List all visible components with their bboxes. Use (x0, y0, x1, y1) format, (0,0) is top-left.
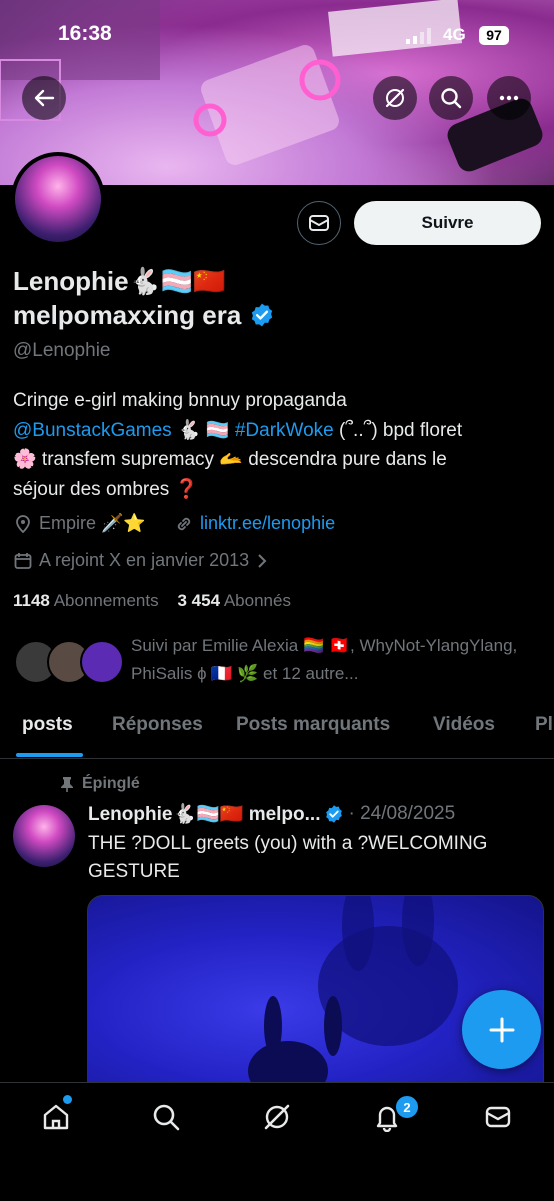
search-icon (153, 1104, 180, 1131)
grok-icon (264, 1104, 290, 1130)
bio-line4: séjour des ombres ❓ (13, 478, 199, 500)
profile-name-line2: melpomaxxing era (13, 300, 242, 330)
profile-tabs: posts Réponses Posts marquants Vidéos Pl (0, 706, 554, 759)
link-icon (177, 517, 191, 530)
active-tab-indicator (16, 753, 83, 757)
post-header: Lenophie🐇🏳️‍⚧️🇨🇳 melpo... · 24/08/2025 (88, 802, 455, 826)
profile-bio: Cringe e-girl making bnnuy propaganda @B… (13, 386, 543, 504)
followed-by-text[interactable]: Suivi par Emilie Alexia 🏳️‍🌈 🇨🇭, WhyNot-… (131, 632, 531, 688)
more-options-button[interactable] (487, 76, 531, 120)
grok-icon (385, 88, 405, 108)
bottom-navigation (0, 1082, 554, 1201)
home-unread-dot (63, 1095, 72, 1104)
tab-highlights[interactable]: Posts marquants (236, 714, 390, 736)
location-row: Empire 🗡️⭐ (13, 513, 146, 534)
chevron-right-icon (258, 553, 267, 568)
calendar-icon (14, 552, 32, 569)
envelope-icon (485, 1106, 511, 1128)
bio-line1: Cringe e-girl making bnnuy propaganda (13, 390, 347, 411)
grok-button[interactable] (373, 76, 417, 120)
bio-hashtag-link[interactable]: #DarkWoke (235, 420, 334, 441)
follow-counts: 1148 Abonnements 3 454 Abonnés (13, 591, 291, 611)
bio-line2-rest: (՞..՞) bpd floret (333, 419, 463, 441)
network-type: 4G (443, 25, 466, 44)
battery-level: 97 (479, 26, 509, 45)
followers-count: 3 454 (177, 591, 221, 610)
notifications-badge: 2 (394, 1094, 420, 1120)
message-button[interactable] (297, 201, 341, 245)
pin-icon (61, 777, 73, 792)
bio-emoji: 🐇 🏳️‍⚧️ (171, 419, 235, 441)
home-icon (43, 1104, 69, 1130)
tab-replies[interactable]: Réponses (112, 714, 203, 736)
following-link[interactable]: 1148 Abonnements (13, 591, 159, 610)
signal-icon (406, 28, 432, 49)
location-text: Empire 🗡️⭐ (39, 513, 146, 533)
status-time: 16:38 (58, 22, 112, 45)
follower-avatar (80, 640, 124, 684)
profile-handle: @Lenophie (13, 340, 111, 361)
joined-row[interactable]: A rejoint X en janvier 2013 (13, 550, 269, 571)
more-dots-icon (499, 95, 519, 101)
website-link[interactable]: linktr.ee/lenophie (200, 513, 335, 534)
nav-explore[interactable] (141, 1097, 191, 1137)
status-bar: 16:38 4G 97 (0, 22, 554, 52)
search-icon (441, 88, 462, 109)
follow-button[interactable]: Suivre (354, 201, 541, 245)
bio-mention-link[interactable]: @BunstackGames (13, 420, 172, 441)
profile-name-line1: Lenophie🐇🏳️‍⚧️🇨🇳 (13, 266, 226, 296)
joined-text: A rejoint X en janvier 2013 (39, 550, 250, 570)
followers-link[interactable]: 3 454 Abonnés (178, 591, 291, 610)
post-author-avatar[interactable] (13, 805, 75, 867)
following-count: 1148 (13, 591, 50, 610)
post-author-name[interactable]: Lenophie🐇🏳️‍⚧️🇨🇳 melpo... (88, 802, 320, 826)
profile-avatar[interactable] (11, 152, 105, 246)
nav-home[interactable] (31, 1097, 81, 1137)
bio-line3: 🌸 transfem supremacy 🫴 descendra pure da… (13, 449, 447, 470)
post-date: · 24/08/2025 (348, 803, 456, 824)
back-button[interactable] (22, 76, 66, 120)
website-row[interactable]: linktr.ee/lenophie (174, 513, 335, 534)
nav-grok[interactable] (252, 1097, 302, 1137)
followed-by-avatars[interactable] (14, 640, 124, 684)
search-button[interactable] (429, 76, 473, 120)
verified-badge-icon (326, 805, 343, 823)
verified-badge-icon[interactable] (249, 302, 275, 328)
compose-post-button[interactable] (462, 990, 541, 1069)
pinned-label: Épinglé (82, 775, 140, 792)
tab-more[interactable]: Pl (535, 714, 553, 736)
profile-name: Lenophie🐇🏳️‍⚧️🇨🇳 melpomaxxing era (13, 264, 533, 332)
pinned-label-row: Épinglé (60, 775, 140, 793)
followers-label: Abonnés (223, 591, 291, 610)
plus-icon (489, 1017, 514, 1042)
location-pin-icon (16, 514, 30, 533)
tab-posts[interactable]: posts (22, 714, 73, 736)
nav-messages[interactable] (473, 1097, 523, 1137)
tab-videos[interactable]: Vidéos (433, 714, 495, 736)
back-arrow-icon (34, 89, 55, 107)
following-label: Abonnements (53, 591, 159, 610)
avatar-image (15, 156, 101, 242)
post-text: THE ?DOLL greets (you) with a ?WELCOMING… (88, 833, 488, 882)
envelope-icon (309, 215, 329, 231)
